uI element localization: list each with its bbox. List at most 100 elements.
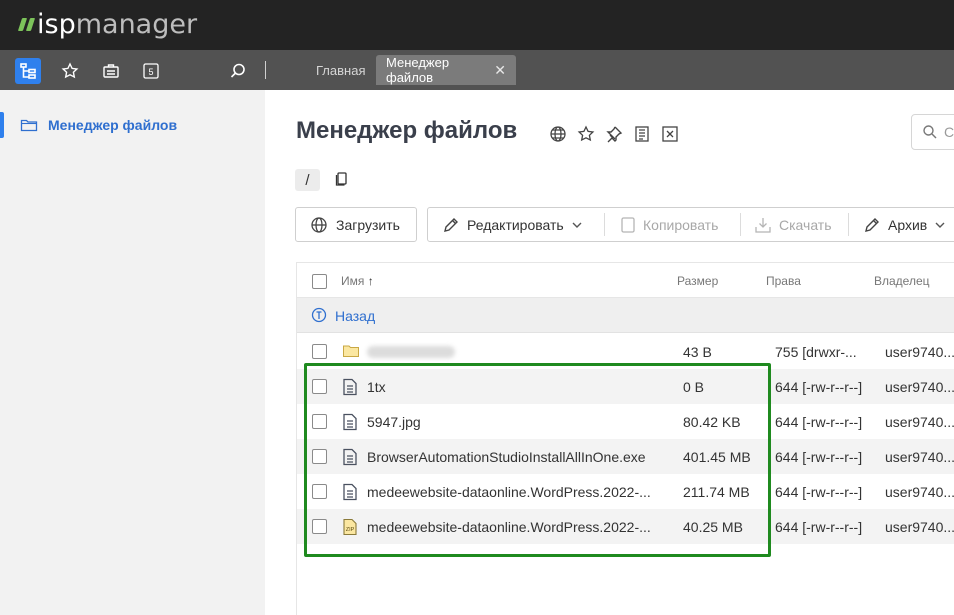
table-row[interactable]: ZIP medeewebsite-dataonline.WordPress.20… xyxy=(297,509,954,544)
table-row[interactable]: 43 B 755 [drwxr-... user9740... xyxy=(297,334,954,369)
row-checkbox[interactable] xyxy=(312,449,327,464)
file-icon xyxy=(342,483,358,504)
logo-prefix: isp xyxy=(37,8,76,40)
pencil-icon xyxy=(863,216,881,234)
row-checkbox[interactable] xyxy=(312,519,327,534)
app-logo[interactable]: isp manager xyxy=(17,8,198,40)
list-icon[interactable] xyxy=(632,124,652,144)
cell-name: BrowserAutomationStudioInstallAllInOne.e… xyxy=(367,449,646,465)
folder-icon xyxy=(20,117,38,138)
download-button[interactable]: Скачать xyxy=(754,208,832,241)
breadcrumb-root[interactable]: / xyxy=(295,169,320,191)
table-row[interactable]: 1tx 0 B 644 [-rw-r--r--] user9740... xyxy=(297,369,954,404)
upload-button[interactable]: Загрузить xyxy=(295,207,417,242)
download-icon xyxy=(754,216,772,234)
chevron-down-icon xyxy=(572,221,582,229)
select-all-checkbox[interactable] xyxy=(312,274,327,289)
file-icon xyxy=(342,413,358,434)
pencil-icon xyxy=(442,216,460,234)
column-header-size[interactable]: Размер xyxy=(677,274,718,288)
svg-text:5: 5 xyxy=(148,67,153,77)
sidebar-item-file-manager[interactable]: Менеджер файлов xyxy=(0,109,265,141)
sidebar: Менеджер файлов xyxy=(0,90,265,615)
archive-button[interactable]: Архив xyxy=(863,208,945,241)
tab-home[interactable]: Главная xyxy=(306,55,375,85)
cell-owner: user9740... xyxy=(885,519,954,535)
active-indicator xyxy=(0,112,4,138)
row-checkbox[interactable] xyxy=(312,344,327,359)
column-header-owner[interactable]: Владелец xyxy=(874,274,930,288)
table-row[interactable]: 5947.jpg 80.42 KB 644 [-rw-r--r--] user9… xyxy=(297,404,954,439)
column-header-name[interactable]: Имя ↑ xyxy=(341,274,374,288)
copy-path-icon[interactable] xyxy=(334,171,349,192)
close-icon[interactable]: ✕ xyxy=(494,62,506,79)
table-header: Имя ↑ Размер Права Владелец xyxy=(297,263,954,298)
file-icon xyxy=(342,378,358,399)
cell-name: 1tx xyxy=(367,379,386,395)
cell-owner: user9740... xyxy=(885,414,954,430)
folder-icon xyxy=(342,343,360,362)
toolbar-divider xyxy=(604,213,605,236)
edit-button[interactable]: Редактировать xyxy=(442,208,582,241)
toolbar-divider xyxy=(265,61,266,79)
row-checkbox[interactable] xyxy=(312,484,327,499)
cell-permissions: 644 [-rw-r--r--] xyxy=(775,519,863,535)
cell-owner: user9740... xyxy=(885,449,954,465)
toolbar-divider xyxy=(740,213,741,236)
edit-label: Редактировать xyxy=(467,216,564,233)
action-toolbar: Редактировать Копировать Скачать Архив xyxy=(427,207,954,242)
sidebar-item-label: Менеджер файлов xyxy=(48,117,178,133)
sort-asc-icon: ↑ xyxy=(367,274,374,288)
back-label: Назад xyxy=(335,308,376,324)
row-checkbox[interactable] xyxy=(312,379,327,394)
calendar-5-icon[interactable]: 5 xyxy=(138,58,164,84)
copy-label: Копировать xyxy=(643,216,719,233)
chevron-down-icon xyxy=(935,221,945,229)
cell-size: 40.25 MB xyxy=(683,519,743,535)
tree-icon[interactable] xyxy=(15,58,41,84)
cell-name: medeewebsite-dataonline.WordPress.2022-.… xyxy=(367,519,651,535)
file-table: Имя ↑ Размер Права Владелец Назад 43 B 7… xyxy=(296,262,954,615)
search-input[interactable]: Сь xyxy=(911,114,954,150)
table-row[interactable]: BrowserAutomationStudioInstallAllInOne.e… xyxy=(297,439,954,474)
cell-permissions: 644 [-rw-r--r--] xyxy=(775,379,863,395)
zip-icon: ZIP xyxy=(342,518,358,539)
column-header-permissions[interactable]: Права xyxy=(766,274,801,288)
pin-icon[interactable] xyxy=(604,124,624,144)
cell-owner: user9740... xyxy=(885,379,954,395)
page-title: Менеджер файлов xyxy=(296,117,518,144)
table-row[interactable]: medeewebsite-dataonline.WordPress.2022-.… xyxy=(297,474,954,509)
copy-button[interactable]: Копировать xyxy=(620,208,718,241)
download-label: Скачать xyxy=(779,216,832,233)
briefcase-icon[interactable] xyxy=(98,58,124,84)
cell-size: 211.74 MB xyxy=(683,484,750,500)
logo-mark-icon xyxy=(17,17,36,31)
star-icon[interactable] xyxy=(57,58,83,84)
toolbar-divider xyxy=(848,213,849,236)
column-name-label: Имя xyxy=(341,274,365,288)
search-icon xyxy=(922,124,938,145)
search-icon[interactable] xyxy=(225,58,251,84)
cell-permissions: 644 [-rw-r--r--] xyxy=(775,484,863,500)
cell-permissions: 755 [drwxr-... xyxy=(775,344,857,360)
logo-suffix: manager xyxy=(75,8,198,40)
blurred-folder-name xyxy=(367,346,455,358)
cell-size: 0 B xyxy=(683,379,705,395)
top-header: isp manager xyxy=(0,0,954,50)
back-row[interactable]: Назад xyxy=(297,298,954,333)
cell-owner: user9740... xyxy=(885,344,954,360)
cell-owner: user9740... xyxy=(885,484,954,500)
file-icon xyxy=(342,448,358,469)
svg-text:ZIP: ZIP xyxy=(346,527,355,533)
cell-size: 43 B xyxy=(683,344,712,360)
tab-file-manager[interactable]: Менеджер файлов ✕ xyxy=(376,55,516,85)
star-icon[interactable] xyxy=(576,124,596,144)
cell-name: medeewebsite-dataonline.WordPress.2022-.… xyxy=(367,484,651,500)
excel-icon[interactable] xyxy=(660,124,680,144)
globe-icon[interactable] xyxy=(548,124,568,144)
nav-toolbar: 5 Главная Менеджер файлов ✕ xyxy=(0,50,954,90)
row-checkbox[interactable] xyxy=(312,414,327,429)
cell-permissions: 644 [-rw-r--r--] xyxy=(775,414,863,430)
cell-permissions: 644 [-rw-r--r--] xyxy=(775,449,863,465)
tab-file-manager-label: Менеджер файлов xyxy=(386,55,450,85)
